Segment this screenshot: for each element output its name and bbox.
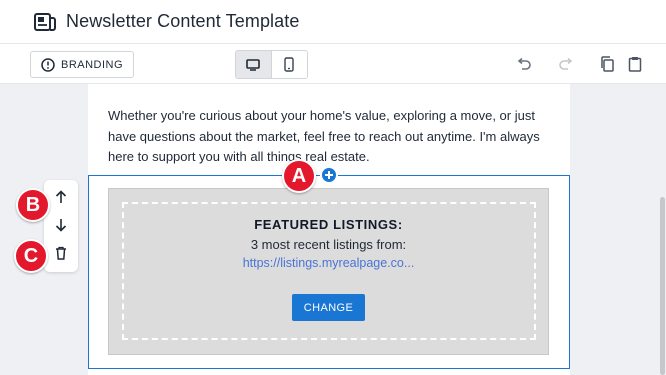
listings-subtitle: 3 most recent listings from: <box>250 237 407 252</box>
redo-button[interactable] <box>558 56 574 72</box>
move-up-button[interactable] <box>52 188 70 206</box>
scrollbar[interactable] <box>660 197 665 375</box>
title-bar: Newsletter Content Template <box>0 0 666 44</box>
desktop-view-button[interactable] <box>236 51 272 78</box>
copy-button[interactable] <box>599 56 615 72</box>
paste-button[interactable] <box>627 56 643 72</box>
delete-block-button[interactable] <box>52 244 70 262</box>
trash-icon <box>56 246 66 260</box>
undo-icon <box>517 58 531 70</box>
mobile-icon <box>284 57 294 72</box>
text-block[interactable]: Whether you're curious about your home's… <box>108 106 558 168</box>
device-toggle <box>235 50 308 79</box>
move-down-button[interactable] <box>52 216 70 234</box>
annotation-marker-c: C <box>14 239 48 273</box>
newspaper-icon <box>34 13 56 31</box>
arrow-up-icon <box>55 190 67 203</box>
desktop-icon <box>246 58 261 71</box>
listings-title: FEATURED LISTINGS: <box>254 217 403 232</box>
redo-icon <box>559 58 573 70</box>
editor-toolbar: BRANDING <box>0 44 666 84</box>
annotation-marker-b: B <box>16 188 50 222</box>
listings-source-link[interactable]: https://listings.myrealpage.co... <box>108 256 549 270</box>
branding-label: BRANDING <box>61 58 124 71</box>
change-button[interactable]: CHANGE <box>292 294 365 321</box>
plus-icon <box>325 171 333 179</box>
paste-icon <box>628 57 642 72</box>
undo-button[interactable] <box>516 56 532 72</box>
annotation-marker-a: A <box>282 159 316 193</box>
add-block-button[interactable] <box>320 166 338 184</box>
block-controls-panel <box>44 180 78 272</box>
app-title: Newsletter Content Template <box>66 11 300 31</box>
copy-icon <box>601 56 614 72</box>
palette-icon <box>41 57 55 72</box>
mobile-view-button[interactable] <box>271 51 307 78</box>
branding-button[interactable]: BRANDING <box>30 51 134 78</box>
arrow-down-icon <box>55 219 67 232</box>
